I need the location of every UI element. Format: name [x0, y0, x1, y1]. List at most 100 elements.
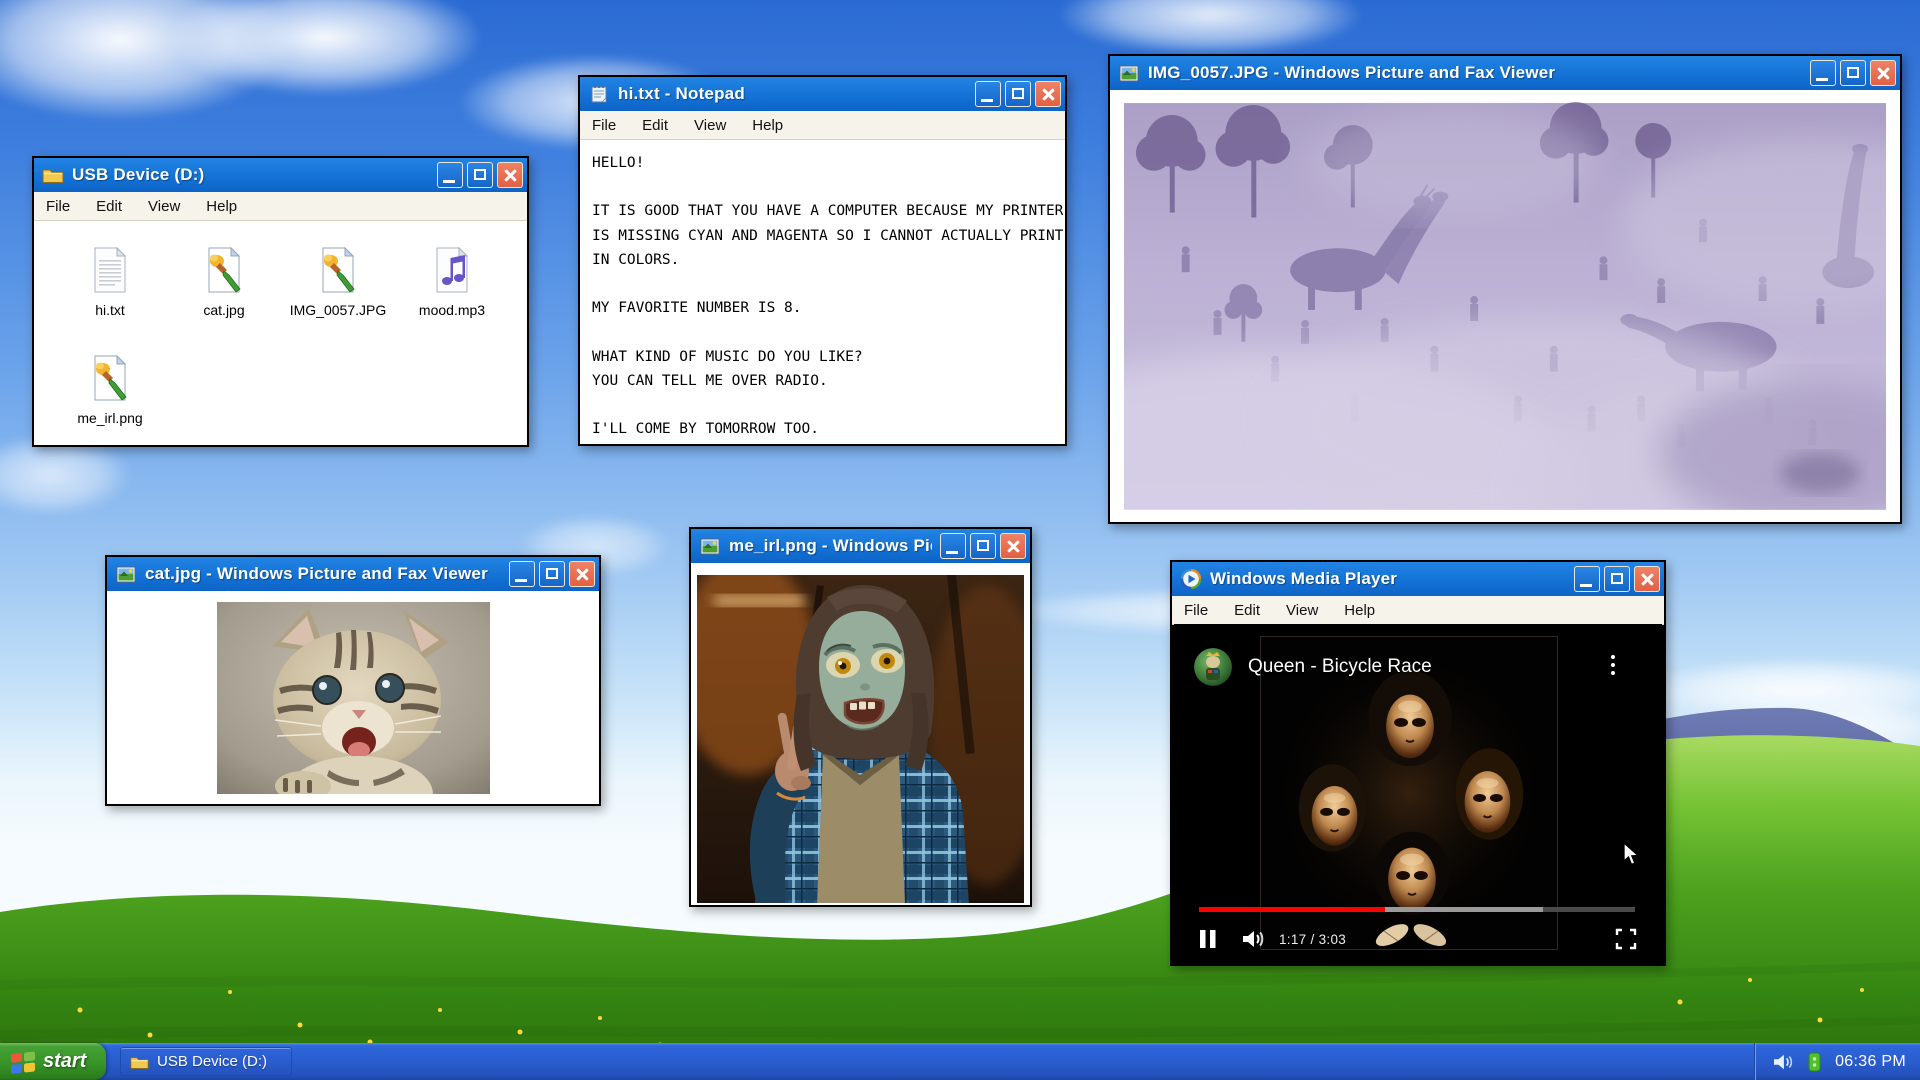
menu-edit[interactable]: Edit — [96, 198, 122, 215]
video-frame[interactable] — [1260, 636, 1558, 950]
folder-icon — [130, 1054, 149, 1070]
wmp-titlebar[interactable]: Windows Media Player — [1172, 562, 1664, 596]
notepad-titlebar[interactable]: hi.txt - Notepad — [580, 77, 1065, 111]
wmp-video-area: Queen - Bicycle Race 1:17 / 3:03 — [1174, 624, 1662, 962]
file-label: hi.txt — [95, 303, 125, 318]
menu-edit[interactable]: Edit — [642, 117, 668, 134]
notepad-menubar: File Edit View Help — [580, 111, 1065, 140]
system-tray: 06:36 PM — [1755, 1043, 1920, 1080]
picture-viewer-icon — [699, 535, 721, 557]
photo-cat — [217, 602, 490, 794]
fullscreen-icon[interactable] — [1615, 928, 1637, 950]
menu-view[interactable]: View — [1286, 602, 1318, 619]
desktop: { "explorer": { "title": "USB Device (D:… — [0, 0, 1920, 1080]
maximize-icon[interactable] — [539, 561, 565, 587]
maximize-icon[interactable] — [467, 162, 493, 188]
img0057-content — [1112, 90, 1898, 520]
kebab-menu-icon[interactable] — [1604, 650, 1622, 680]
maximize-icon[interactable] — [1005, 81, 1031, 107]
windows-flag-icon — [10, 1050, 36, 1074]
taskbar-task-usb-device[interactable]: USB Device (D:) — [120, 1047, 292, 1076]
text-file-icon — [84, 244, 136, 296]
menu-help[interactable]: Help — [752, 117, 783, 134]
explorer-titlebar[interactable]: USB Device (D:) — [34, 158, 527, 192]
start-button[interactable]: start — [0, 1043, 106, 1080]
volume-icon[interactable] — [1241, 929, 1265, 949]
menu-file[interactable]: File — [1184, 602, 1208, 619]
photo-me-irl — [697, 575, 1024, 903]
picture-viewer-icon — [115, 563, 137, 585]
minimize-icon[interactable] — [437, 162, 463, 188]
cat-titlebar[interactable]: cat.jpg - Windows Picture and Fax Viewer — [107, 557, 599, 591]
taskbar-clock[interactable]: 06:36 PM — [1835, 1053, 1906, 1071]
close-icon[interactable] — [569, 561, 595, 587]
speaker-icon[interactable] — [1772, 1053, 1794, 1071]
media-player-icon — [1180, 568, 1202, 590]
cat-viewer-window: cat.jpg - Windows Picture and Fax Viewer — [105, 555, 601, 806]
player-controls: 1:17 / 3:03 — [1199, 916, 1637, 962]
start-label: start — [43, 1050, 86, 1073]
window-title: Windows Media Player — [1210, 569, 1566, 589]
time-display: 1:17 / 3:03 — [1279, 932, 1346, 947]
menu-view[interactable]: View — [148, 198, 180, 215]
close-icon[interactable] — [1634, 566, 1660, 592]
video-title[interactable]: Queen - Bicycle Race — [1248, 656, 1432, 678]
menu-file[interactable]: File — [46, 198, 70, 215]
photo-img0057 — [1124, 102, 1886, 510]
explorer-file-area: hi.txt cat.jpg IMG_0057.JPG — [36, 222, 525, 443]
minimize-icon[interactable] — [1810, 60, 1836, 86]
notepad-text-area[interactable]: HELLO! IT IS GOOD THAT YOU HAVE A COMPUT… — [582, 141, 1063, 442]
file-img0057-jpg[interactable]: IMG_0057.JPG — [281, 244, 395, 352]
menu-help[interactable]: Help — [206, 198, 237, 215]
window-title: me_irl.png - Windows Picture and Fax Vie… — [729, 536, 932, 556]
taskbar: start USB Device (D:) 06:36 PM — [0, 1043, 1920, 1080]
menu-edit[interactable]: Edit — [1234, 602, 1260, 619]
img0057-titlebar[interactable]: IMG_0057.JPG - Windows Picture and Fax V… — [1110, 56, 1900, 90]
minimize-icon[interactable] — [975, 81, 1001, 107]
maximize-icon[interactable] — [970, 533, 996, 559]
file-cat-jpg[interactable]: cat.jpg — [167, 244, 281, 352]
minimize-icon[interactable] — [940, 533, 966, 559]
menu-file[interactable]: File — [592, 117, 616, 134]
window-title: USB Device (D:) — [72, 165, 429, 185]
close-icon[interactable] — [1035, 81, 1061, 107]
window-title: hi.txt - Notepad — [618, 84, 967, 104]
file-mood-mp3[interactable]: mood.mp3 — [395, 244, 509, 352]
minimize-icon[interactable] — [509, 561, 535, 587]
file-hi-txt[interactable]: hi.txt — [53, 244, 167, 352]
file-label: me_irl.png — [77, 411, 142, 426]
maximize-icon[interactable] — [1840, 60, 1866, 86]
notepad-icon — [588, 83, 610, 105]
close-icon[interactable] — [1870, 60, 1896, 86]
file-me-irl-png[interactable]: me_irl.png — [53, 352, 167, 460]
window-title: cat.jpg - Windows Picture and Fax Viewer — [145, 564, 501, 584]
close-icon[interactable] — [497, 162, 523, 188]
notepad-window: hi.txt - Notepad File Edit View Help HEL… — [578, 75, 1067, 446]
me-irl-titlebar[interactable]: me_irl.png - Windows Picture and Fax Vie… — [691, 529, 1030, 563]
picture-viewer-icon — [1118, 62, 1140, 84]
file-label: cat.jpg — [203, 303, 244, 318]
image-file-icon — [198, 244, 250, 296]
file-label: mood.mp3 — [419, 303, 485, 318]
close-icon[interactable] — [1000, 533, 1026, 559]
minimize-icon[interactable] — [1574, 566, 1600, 592]
menu-help[interactable]: Help — [1344, 602, 1375, 619]
pause-button[interactable] — [1199, 929, 1217, 949]
explorer-window: USB Device (D:) File Edit View Help hi.t… — [32, 156, 529, 447]
progress-bar[interactable] — [1199, 907, 1635, 912]
wmp-menubar: File Edit View Help — [1172, 596, 1664, 625]
maximize-icon[interactable] — [1604, 566, 1630, 592]
audio-file-icon — [426, 244, 478, 296]
image-file-icon — [312, 244, 364, 296]
channel-avatar[interactable] — [1194, 648, 1232, 686]
explorer-menubar: File Edit View Help — [34, 192, 527, 221]
folder-icon — [42, 164, 64, 186]
window-title: IMG_0057.JPG - Windows Picture and Fax V… — [1148, 63, 1802, 83]
menu-view[interactable]: View — [694, 117, 726, 134]
file-label: IMG_0057.JPG — [290, 303, 387, 318]
usb-device-icon[interactable] — [1808, 1052, 1821, 1072]
cat-content — [109, 591, 597, 802]
me-irl-viewer-window: me_irl.png - Windows Picture and Fax Vie… — [689, 527, 1032, 907]
media-player-window: Windows Media Player File Edit View Help — [1170, 560, 1666, 966]
img0057-viewer-window: IMG_0057.JPG - Windows Picture and Fax V… — [1108, 54, 1902, 524]
